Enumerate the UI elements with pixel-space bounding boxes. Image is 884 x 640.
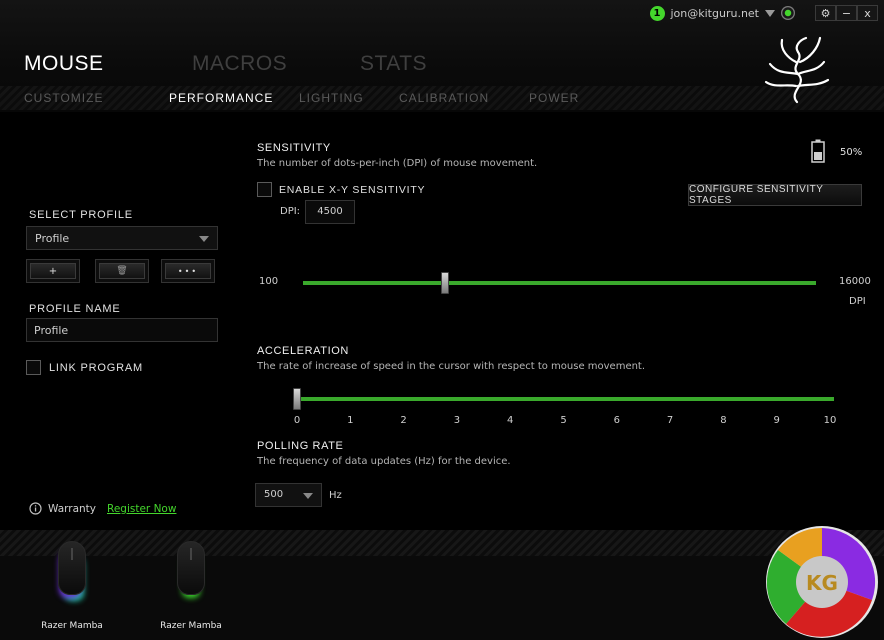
tab-mouse[interactable]: MOUSE	[24, 52, 192, 76]
configure-sensitivity-stages-button[interactable]: CONFIGURE SENSITIVITY STAGES	[688, 184, 862, 206]
more-options-button[interactable]: •••	[161, 259, 215, 283]
device-bar-strip	[0, 530, 884, 556]
minimize-button[interactable]: −	[836, 5, 857, 21]
battery-percent: 50%	[840, 147, 863, 158]
info-icon	[29, 502, 42, 515]
dpi-label: DPI:	[280, 206, 301, 217]
chevron-down-icon	[303, 493, 313, 499]
top-bar: 1 jon@kitguru.net ⚙ − x	[649, 4, 878, 22]
device-item[interactable]: Razer Mamba	[27, 541, 117, 631]
acceleration-slider-track[interactable]	[297, 397, 834, 401]
sensitivity-title: SENSITIVITY	[257, 142, 331, 154]
enable-xy-label: ENABLE X-Y SENSITIVITY	[279, 184, 426, 196]
sensitivity-description: The number of dots-per-inch (DPI) of mou…	[257, 158, 538, 169]
acceleration-tick-label: 4	[507, 415, 514, 426]
window-controls: ⚙ − x	[815, 5, 878, 21]
kitguru-watermark-icon: KG	[766, 526, 878, 638]
notification-badge[interactable]: 1	[649, 5, 665, 21]
ellipsis-icon: •••	[165, 263, 211, 279]
polling-rate-description: The frequency of data updates (Hz) for t…	[257, 456, 511, 467]
sub-tabs: CUSTOMIZE PERFORMANCE LIGHTING CALIBRATI…	[24, 91, 615, 105]
dpi-max-label: 16000	[839, 276, 871, 287]
warranty-label: Warranty	[48, 503, 97, 515]
profile-select[interactable]: Profile	[26, 226, 218, 250]
link-program-label: LINK PROGRAM	[49, 362, 143, 374]
battery-icon	[811, 139, 825, 163]
profile-name-input[interactable]: Profile	[26, 318, 218, 342]
subtab-performance[interactable]: PERFORMANCE	[169, 91, 272, 105]
device-name: Razer Mamba	[160, 621, 222, 631]
enable-xy-checkbox[interactable]	[257, 182, 272, 197]
link-program-checkbox[interactable]	[26, 360, 41, 375]
acceleration-tick-label: 0	[293, 415, 301, 426]
profile-select-value: Profile	[35, 232, 70, 245]
acceleration-tick-label: 6	[613, 415, 620, 426]
device-name: Razer Mamba	[41, 621, 103, 631]
polling-rate-title: POLLING RATE	[257, 440, 344, 452]
acceleration-tick-label: 5	[560, 415, 567, 426]
acceleration-slider-handle[interactable]	[293, 388, 301, 410]
dpi-unit-label: DPI	[849, 296, 866, 307]
plus-icon: +	[30, 263, 76, 279]
svg-text:KG: KG	[806, 571, 838, 595]
trash-icon: 🗑	[99, 263, 145, 279]
delete-profile-button[interactable]: 🗑	[95, 259, 149, 283]
subtab-power[interactable]: POWER	[529, 91, 579, 105]
polling-unit-label: Hz	[329, 490, 342, 501]
select-profile-label: SELECT PROFILE	[29, 209, 133, 221]
acceleration-title: ACCELERATION	[257, 345, 349, 357]
dpi-min-label: 100	[259, 276, 279, 287]
chevron-down-icon	[199, 236, 209, 242]
acceleration-tick-label: 2	[400, 415, 407, 426]
razer-logo-icon	[764, 36, 830, 104]
acceleration-tick-label: 9	[773, 415, 780, 426]
sync-status-icon[interactable]	[781, 6, 795, 20]
register-now-link[interactable]: Register Now	[107, 503, 176, 515]
add-profile-button[interactable]: +	[26, 259, 80, 283]
profile-name-label: PROFILE NAME	[29, 303, 121, 315]
acceleration-description: The rate of increase of speed in the cur…	[257, 361, 646, 372]
account-dropdown-icon[interactable]	[765, 9, 775, 17]
polling-rate-value: 500	[264, 489, 284, 500]
acceleration-tick-label: 3	[453, 415, 461, 426]
subtab-customize[interactable]: CUSTOMIZE	[24, 91, 133, 105]
acceleration-tick-label: 8	[720, 415, 727, 426]
settings-button[interactable]: ⚙	[815, 5, 836, 21]
acceleration-tick-label: 7	[666, 415, 674, 426]
mouse-device-icon	[58, 541, 86, 595]
mouse-device-icon	[177, 541, 205, 595]
dpi-slider-track[interactable]	[303, 281, 816, 285]
main-tabs: MOUSE MACROS STATS	[24, 52, 528, 76]
dpi-slider-handle[interactable]	[440, 272, 449, 294]
user-email[interactable]: jon@kitguru.net	[671, 7, 760, 20]
subtab-calibration[interactable]: CALIBRATION	[399, 91, 493, 105]
tab-macros[interactable]: MACROS	[192, 52, 360, 76]
tab-stats[interactable]: STATS	[360, 52, 528, 76]
acceleration-tick-label: 1	[347, 415, 354, 426]
device-item[interactable]: Razer Mamba	[146, 541, 236, 631]
close-button[interactable]: x	[857, 5, 878, 21]
polling-rate-select[interactable]: 500	[255, 483, 322, 507]
subtab-lighting[interactable]: LIGHTING	[299, 91, 363, 105]
acceleration-tick-label: 10	[823, 415, 837, 426]
dpi-input[interactable]: 4500	[305, 200, 355, 224]
